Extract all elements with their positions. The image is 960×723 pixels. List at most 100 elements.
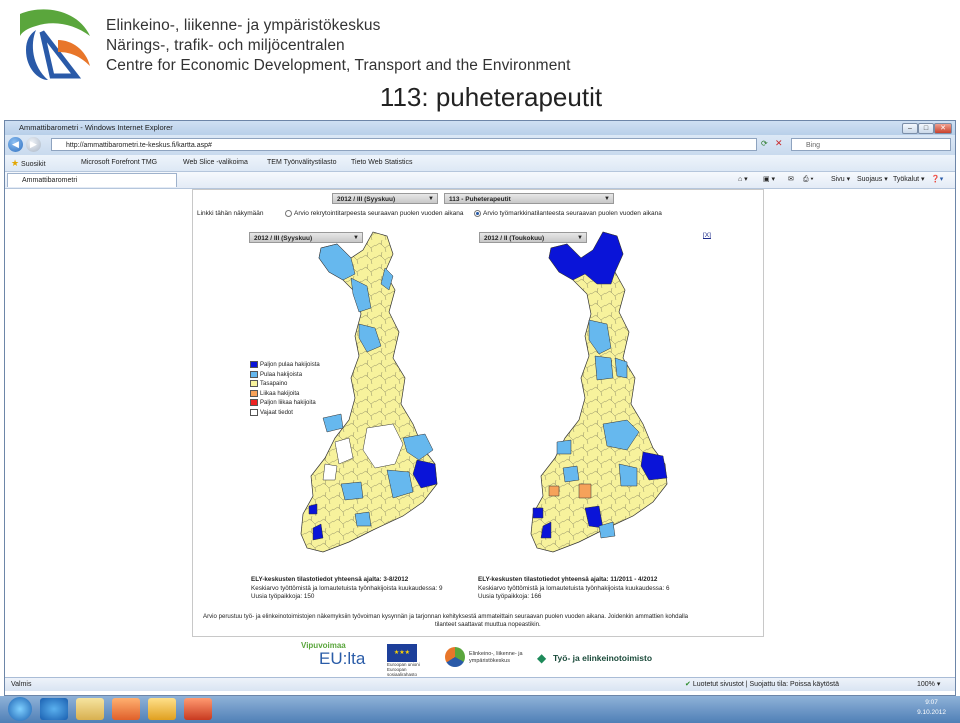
command-bar: Ammattibarometri ⌂ ▾ ▣ ▾ ✉ ⎙ ▾ Sivu ▾ Su… <box>5 172 955 189</box>
legend-label: Paljon pulaa hakijoista <box>260 362 320 369</box>
favorite-link[interactable]: Web Slice -valikoima <box>183 155 248 171</box>
logo-text: Euroopan unioni Euroopan sosiaalirahasto <box>387 662 420 677</box>
eu-logo: ★★★ Euroopan unioni Euroopan sosiaalirah… <box>387 644 427 677</box>
radio-label: Arvio rekrytointitarpeesta seuraavan puo… <box>294 210 464 218</box>
tab-ammattibarometri[interactable]: Ammattibarometri <box>7 173 177 187</box>
windows-taskbar: 9:07 9.10.2012 <box>0 696 960 723</box>
legend-swatch <box>250 370 258 378</box>
favorite-link[interactable]: Tieto Web Statistics <box>351 155 412 171</box>
status-text: Valmis <box>11 681 32 688</box>
org-name-sv: Närings-, trafik- och miljöcentralen <box>106 37 345 54</box>
menu-label: Työkalut <box>893 176 920 183</box>
close-link[interactable]: [X] <box>703 232 711 239</box>
feeds-icon[interactable]: ▣ ▾ <box>763 172 775 188</box>
stop-icon[interactable]: ✕ <box>775 138 783 149</box>
chevron-down-icon: ▼ <box>428 196 434 202</box>
org-name-en: Centre for Economic Development, Transpo… <box>106 57 571 74</box>
radio-labour-market[interactable]: Arvio työmarkkinatilanteesta seuraavan p… <box>474 210 662 217</box>
clock-time: 9:07 <box>925 699 938 706</box>
close-window-button[interactable]: ✕ <box>934 123 952 134</box>
logo-text: Elinkeino-, liikenne- ja ympäristökeskus <box>469 651 523 664</box>
stats-line: Uusia työpaikkoja: 166 <box>478 593 542 600</box>
favorites-label: Suosikit <box>21 161 46 168</box>
start-button[interactable] <box>8 697 32 721</box>
legend-item: Vajaat tiedot <box>250 408 320 419</box>
forward-button[interactable]: ▶ <box>26 137 41 152</box>
ie-taskbar-icon[interactable] <box>40 698 68 720</box>
back-button[interactable]: ◀ <box>8 137 23 152</box>
radio-recruitment[interactable]: Arvio rekrytointitarpeesta seuraavan puo… <box>285 210 463 217</box>
browser-window: Ammattibarometri - Windows Internet Expl… <box>4 120 956 696</box>
ely-footer-logo: Elinkeino-, liikenne- ja ympäristökeskus <box>445 647 537 671</box>
legend-label: Paljon liikaa hakijoita <box>260 400 316 407</box>
slide-title: 113: puheterapeutit <box>379 82 603 112</box>
te-logo-icon: ◆ <box>537 651 547 665</box>
left-stats: ELY-keskusten tilastotiedot yhteensä aja… <box>251 576 442 602</box>
link-to-view[interactable]: Linkki tähän näkymään <box>197 210 264 217</box>
barometer-panel: 2012 / III (Syyskuu) ▼ 113 - Puheterapeut… <box>192 189 764 637</box>
folder-taskbar-icon[interactable] <box>148 698 176 720</box>
legend-swatch <box>250 361 258 368</box>
select-value: 2012 / III (Syyskuu) <box>337 196 396 203</box>
favorite-link[interactable]: TEM Työnvälitystilasto <box>267 155 337 171</box>
page-content: 2012 / III (Syyskuu) ▼ 113 - Puheterapeut… <box>5 189 955 677</box>
legend-label: Liikaa hakijoita <box>260 390 300 397</box>
footnote-line: tilanteet saattavat muuttua nopeastikin. <box>435 621 541 628</box>
legend-swatch <box>250 389 258 397</box>
zoom-control[interactable]: 100% ▾ <box>917 678 940 691</box>
stats-title: ELY-keskusten tilastotiedot yhteensä aja… <box>251 576 409 583</box>
legend-label: Vajaat tiedot <box>260 409 293 416</box>
footnote-line: Arvio perustuu työ- ja elinkeinotoimisto… <box>203 613 689 620</box>
minimize-button[interactable]: – <box>902 123 918 134</box>
stats-line: Keskiarvo työttömistä ja lomautetuista t… <box>251 584 443 592</box>
security-zone-label: Luotetut sivustot | Suojattu tila: Poiss… <box>692 681 840 688</box>
favorite-link[interactable]: Microsoft Forefront TMG <box>81 155 157 171</box>
legend-label: Pulaa hakijoista <box>260 371 303 378</box>
map-body <box>301 232 437 552</box>
help-icon[interactable]: ❓▾ <box>931 172 943 188</box>
powerpoint-taskbar-icon[interactable] <box>184 698 212 720</box>
radio-selected-icon <box>474 210 481 217</box>
mail-icon[interactable]: ✉ <box>788 172 794 188</box>
address-bar: ◀ ▶ http://ammattibarometri.te-keskus.fi… <box>5 135 955 155</box>
legend-item: Paljon liikaa hakijoita <box>250 399 320 409</box>
ely-logo-icon <box>445 647 465 667</box>
period-select[interactable]: 2012 / III (Syyskuu) ▼ <box>332 193 438 204</box>
legend-item: Pulaa hakijoista <box>250 370 320 381</box>
media-player-taskbar-icon[interactable] <box>112 698 140 720</box>
menu-page[interactable]: Sivu ▾ <box>831 172 850 188</box>
maximize-button[interactable]: □ <box>918 123 934 134</box>
legend-swatch <box>250 399 258 406</box>
profession-select[interactable]: 113 - Puheterapeutit ▼ <box>444 193 614 204</box>
favorites-button[interactable]: ★ Suosikit <box>11 155 46 173</box>
explorer-taskbar-icon[interactable] <box>76 698 104 720</box>
right-stats: ELY-keskusten tilastotiedot yhteensä aja… <box>478 576 669 602</box>
zoom-level: 100% <box>917 681 935 688</box>
logo-text: Työ- ja elinkeinotoimisto <box>553 653 653 663</box>
finland-map-right[interactable] <box>493 228 693 578</box>
checkmark-icon: ✔ <box>685 681 691 688</box>
print-icon[interactable]: ⎙ ▾ <box>803 172 814 188</box>
legend-item: Tasapaino <box>250 380 320 390</box>
chevron-down-icon: ▼ <box>604 196 610 202</box>
system-clock[interactable]: 9:07 9.10.2012 <box>917 698 946 718</box>
ely-logo <box>20 9 90 80</box>
menu-label: Sivu <box>831 176 845 183</box>
logo-text: EU:lta <box>319 649 366 668</box>
map-legend: Paljon pulaa hakijoista Pulaa hakijoista… <box>250 361 320 418</box>
security-zone[interactable]: ✔ Luotetut sivustot | Suojattu tila: Poi… <box>685 678 839 691</box>
search-input[interactable]: Bing <box>791 138 951 151</box>
url-field[interactable]: http://ammattibarometri.te-keskus.fi/kar… <box>51 138 757 151</box>
stats-title: ELY-keskusten tilastotiedot yhteensä aja… <box>478 576 658 583</box>
clock-date: 9.10.2012 <box>917 709 946 716</box>
refresh-icon[interactable]: ⟳ <box>761 139 768 148</box>
eu-flag-icon: ★★★ <box>387 644 417 662</box>
menu-label: Suojaus <box>857 176 883 183</box>
status-bar: Valmis ✔ Luotetut sivustot | Suojattu ti… <box>5 677 955 691</box>
te-office-logo: ◆ Työ- ja elinkeinotoimisto <box>537 651 667 667</box>
star-icon: ★ <box>11 158 20 168</box>
vipuvoimaa-logo: Vipuvoimaa EU:lta <box>301 641 381 679</box>
menu-tools[interactable]: Työkalut ▾ <box>893 172 925 188</box>
home-icon[interactable]: ⌂ ▾ <box>738 172 748 188</box>
menu-safety[interactable]: Suojaus ▾ <box>857 172 888 188</box>
